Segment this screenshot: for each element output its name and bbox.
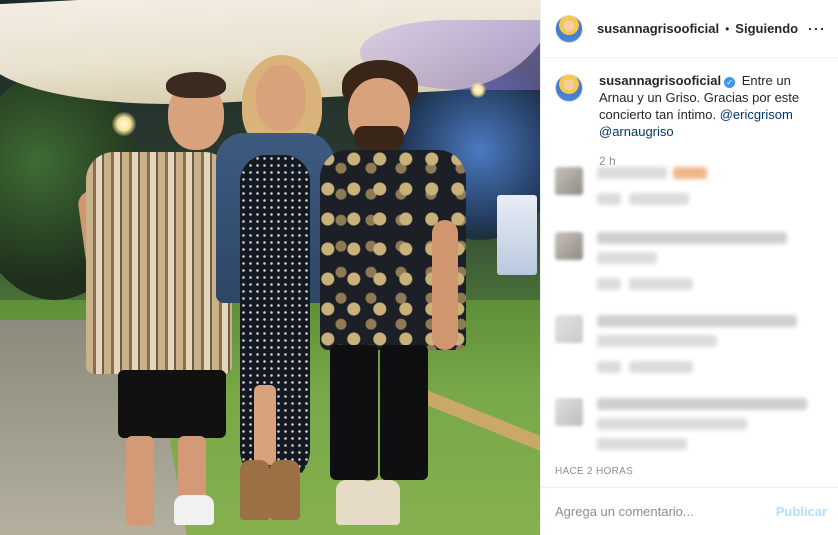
comment-bar: Publicar: [541, 487, 838, 535]
mention-link[interactable]: @arnaugriso: [599, 124, 674, 139]
mention-link[interactable]: @ericgrisom: [720, 107, 793, 122]
caption-time[interactable]: 2 h: [599, 154, 825, 168]
blurred-avatar: [555, 232, 583, 260]
more-options-icon[interactable]: ⋯: [807, 20, 826, 38]
blurred-avatar: [555, 315, 583, 343]
caption: susannagrisooficial ✓ Entre un Arnau y un…: [555, 72, 825, 140]
blurred-comment: [555, 315, 797, 373]
person-right: [320, 60, 470, 535]
comment-input[interactable]: [555, 504, 765, 519]
caption-avatar[interactable]: [555, 74, 583, 102]
post-header: susannagrisooficial • Siguiendo ⋯: [541, 0, 838, 58]
publish-button[interactable]: Publicar: [776, 504, 827, 519]
blurred-avatar: [555, 167, 583, 195]
blurred-avatar: [555, 398, 583, 426]
post-photo[interactable]: [0, 0, 540, 535]
following-button[interactable]: Siguiendo: [735, 21, 798, 36]
post-sidebar: susannagrisooficial • Siguiendo ⋯ susann…: [540, 0, 838, 535]
verified-badge-icon: ✓: [724, 77, 736, 88]
caption-username[interactable]: susannagrisooficial: [599, 73, 721, 88]
blurred-comment: [555, 167, 707, 205]
caption-body: susannagrisooficial ✓ Entre un Arnau y un…: [599, 72, 825, 140]
post-date[interactable]: HACE 2 HORAS: [555, 466, 633, 477]
sign-board: [497, 195, 537, 275]
separator-dot: •: [725, 21, 730, 36]
blurred-comment: [555, 232, 787, 290]
profile-avatar[interactable]: [555, 14, 583, 43]
blurred-comment: [555, 398, 807, 450]
header-username[interactable]: susannagrisooficial: [597, 21, 719, 36]
lamp-light: [470, 82, 486, 98]
